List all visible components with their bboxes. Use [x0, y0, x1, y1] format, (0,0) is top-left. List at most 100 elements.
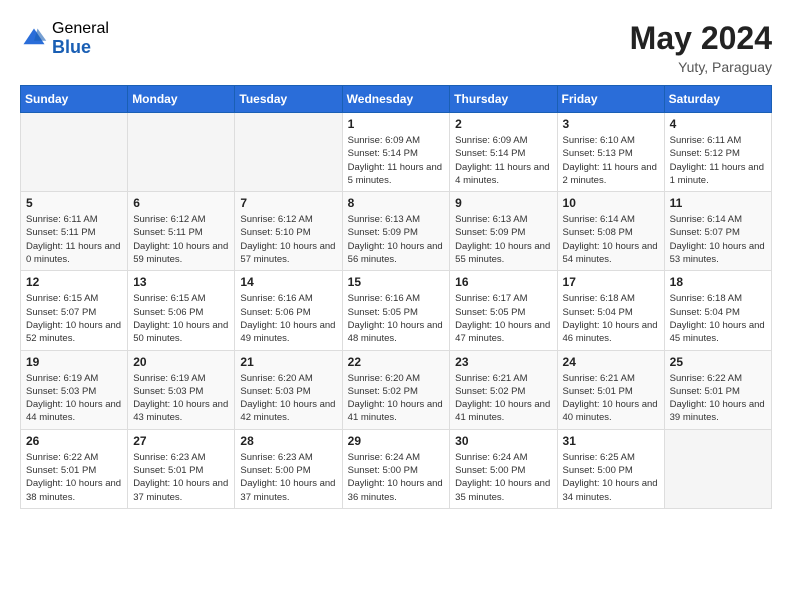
calendar-cell: [21, 113, 128, 192]
day-number: 18: [670, 275, 766, 289]
calendar-cell: 24 Sunrise: 6:21 AMSunset: 5:01 PMDayligh…: [557, 350, 664, 429]
day-info: Sunrise: 6:14 AMSunset: 5:08 PMDaylight:…: [563, 213, 659, 266]
day-number: 10: [563, 196, 659, 210]
calendar-week-5: 26 Sunrise: 6:22 AMSunset: 5:01 PMDayligh…: [21, 429, 772, 508]
logo-blue: Blue: [52, 38, 109, 58]
day-number: 13: [133, 275, 229, 289]
day-info: Sunrise: 6:15 AMSunset: 5:07 PMDaylight:…: [26, 292, 122, 345]
day-info: Sunrise: 6:13 AMSunset: 5:09 PMDaylight:…: [348, 213, 445, 266]
calendar-cell: 4Sunrise: 6:11 AMSunset: 5:12 PMDaylight…: [664, 113, 771, 192]
calendar-cell: 28 Sunrise: 6:23 AMSunset: 5:00 PMDayligh…: [235, 429, 342, 508]
day-info: Sunrise: 6:20 AMSunset: 5:03 PMDaylight:…: [240, 372, 336, 425]
calendar-cell: 2 Sunrise: 6:09 AMSunset: 5:14 PMDaylight…: [450, 113, 557, 192]
day-info: Sunrise: 6:16 AMSunset: 5:06 PMDaylight:…: [240, 292, 336, 345]
day-number: 27: [133, 434, 229, 448]
day-number: 31: [563, 434, 659, 448]
calendar-cell: 6Sunrise: 6:12 AMSunset: 5:11 PMDaylight…: [128, 192, 235, 271]
title-block: May 2024 Yuty, Paraguay: [630, 20, 772, 75]
weekday-header-row: SundayMondayTuesdayWednesdayThursdayFrid…: [21, 86, 772, 113]
calendar-cell: 3 Sunrise: 6:10 AMSunset: 5:13 PMDaylight…: [557, 113, 664, 192]
day-number: 16: [455, 275, 551, 289]
day-number: 20: [133, 355, 229, 369]
day-number: 21: [240, 355, 336, 369]
calendar-cell: 21 Sunrise: 6:20 AMSunset: 5:03 PMDayligh…: [235, 350, 342, 429]
logo: General Blue: [20, 20, 109, 57]
calendar-header: SundayMondayTuesdayWednesdayThursdayFrid…: [21, 86, 772, 113]
calendar-table: SundayMondayTuesdayWednesdayThursdayFrid…: [20, 85, 772, 509]
day-number: 19: [26, 355, 122, 369]
day-info: Sunrise: 6:25 AMSunset: 5:00 PMDaylight:…: [563, 451, 659, 504]
day-info: Sunrise: 6:23 AMSunset: 5:00 PMDaylight:…: [240, 451, 336, 504]
calendar-cell: 19 Sunrise: 6:19 AMSunset: 5:03 PMDayligh…: [21, 350, 128, 429]
calendar-cell: 27 Sunrise: 6:23 AMSunset: 5:01 PMDayligh…: [128, 429, 235, 508]
day-number: 3: [563, 117, 659, 131]
calendar-cell: [235, 113, 342, 192]
logo-icon: [20, 25, 48, 53]
weekday-header-sunday: Sunday: [21, 86, 128, 113]
calendar-cell: [664, 429, 771, 508]
day-number: 8: [348, 196, 445, 210]
day-number: 23: [455, 355, 551, 369]
calendar-cell: 30 Sunrise: 6:24 AMSunset: 5:00 PMDayligh…: [450, 429, 557, 508]
day-number: 1: [348, 117, 445, 131]
weekday-header-friday: Friday: [557, 86, 664, 113]
day-number: 6: [133, 196, 229, 210]
calendar-cell: 14 Sunrise: 6:16 AMSunset: 5:06 PMDayligh…: [235, 271, 342, 350]
day-info: Sunrise: 6:15 AMSunset: 5:06 PMDaylight:…: [133, 292, 229, 345]
calendar-cell: 1Sunrise: 6:09 AMSunset: 5:14 PMDaylight…: [342, 113, 450, 192]
day-info: Sunrise: 6:10 AMSunset: 5:13 PMDaylight:…: [563, 134, 659, 187]
day-info: Sunrise: 6:23 AMSunset: 5:01 PMDaylight:…: [133, 451, 229, 504]
day-info: Sunrise: 6:18 AMSunset: 5:04 PMDaylight:…: [670, 292, 766, 345]
calendar-cell: 11Sunrise: 6:14 AMSunset: 5:07 PMDayligh…: [664, 192, 771, 271]
day-number: 12: [26, 275, 122, 289]
day-info: Sunrise: 6:19 AMSunset: 5:03 PMDaylight:…: [26, 372, 122, 425]
day-number: 28: [240, 434, 336, 448]
day-info: Sunrise: 6:22 AMSunset: 5:01 PMDaylight:…: [670, 372, 766, 425]
day-info: Sunrise: 6:14 AMSunset: 5:07 PMDaylight:…: [670, 213, 766, 266]
day-number: 14: [240, 275, 336, 289]
day-number: 9: [455, 196, 551, 210]
day-info: Sunrise: 6:18 AMSunset: 5:04 PMDaylight:…: [563, 292, 659, 345]
calendar-body: 1 Sunrise: 6:09 AMSunset: 5:14 PMDaylight…: [21, 113, 772, 509]
page-header: General Blue May 2024 Yuty, Paraguay: [20, 20, 772, 75]
weekday-header-tuesday: Tuesday: [235, 86, 342, 113]
calendar-week-3: 12 Sunrise: 6:15 AMSunset: 5:07 PMDayligh…: [21, 271, 772, 350]
calendar-week-4: 19 Sunrise: 6:19 AMSunset: 5:03 PMDayligh…: [21, 350, 772, 429]
day-number: 15: [348, 275, 445, 289]
calendar-cell: 18 Sunrise: 6:18 AMSunset: 5:04 PMDayligh…: [664, 271, 771, 350]
calendar-cell: 8 Sunrise: 6:13 AMSunset: 5:09 PMDaylight…: [342, 192, 450, 271]
calendar-cell: 16 Sunrise: 6:17 AMSunset: 5:05 PMDayligh…: [450, 271, 557, 350]
day-number: 25: [670, 355, 766, 369]
day-info: Sunrise: 6:24 AMSunset: 5:00 PMDaylight:…: [348, 451, 445, 504]
day-info: Sunrise: 6:22 AMSunset: 5:01 PMDaylight:…: [26, 451, 122, 504]
day-number: 24: [563, 355, 659, 369]
calendar-cell: 29 Sunrise: 6:24 AMSunset: 5:00 PMDayligh…: [342, 429, 450, 508]
day-number: 22: [348, 355, 445, 369]
day-info: Sunrise: 6:17 AMSunset: 5:05 PMDaylight:…: [455, 292, 551, 345]
day-number: 29: [348, 434, 445, 448]
day-number: 7: [240, 196, 336, 210]
calendar-cell: 10 Sunrise: 6:14 AMSunset: 5:08 PMDayligh…: [557, 192, 664, 271]
calendar-cell: 12 Sunrise: 6:15 AMSunset: 5:07 PMDayligh…: [21, 271, 128, 350]
day-info: Sunrise: 6:11 AMSunset: 5:11 PMDaylight:…: [26, 213, 122, 266]
day-number: 30: [455, 434, 551, 448]
calendar-cell: 23Sunrise: 6:21 AMSunset: 5:02 PMDayligh…: [450, 350, 557, 429]
day-number: 26: [26, 434, 122, 448]
calendar-week-1: 1 Sunrise: 6:09 AMSunset: 5:14 PMDaylight…: [21, 113, 772, 192]
month-year: May 2024: [630, 20, 772, 57]
day-info: Sunrise: 6:09 AMSunset: 5:14 PMDaylight:…: [455, 134, 551, 187]
day-info: Sunrise: 6:24 AMSunset: 5:00 PMDaylight:…: [455, 451, 551, 504]
day-info: Sunrise: 6:11 AMSunset: 5:12 PMDaylight:…: [670, 134, 766, 187]
calendar-cell: 26 Sunrise: 6:22 AMSunset: 5:01 PMDayligh…: [21, 429, 128, 508]
calendar-cell: 17Sunrise: 6:18 AMSunset: 5:04 PMDayligh…: [557, 271, 664, 350]
calendar-week-2: 5Sunrise: 6:11 AMSunset: 5:11 PMDaylight…: [21, 192, 772, 271]
day-number: 2: [455, 117, 551, 131]
calendar-cell: 13 Sunrise: 6:15 AMSunset: 5:06 PMDayligh…: [128, 271, 235, 350]
weekday-header-thursday: Thursday: [450, 86, 557, 113]
day-info: Sunrise: 6:20 AMSunset: 5:02 PMDaylight:…: [348, 372, 445, 425]
day-info: Sunrise: 6:21 AMSunset: 5:01 PMDaylight:…: [563, 372, 659, 425]
day-info: Sunrise: 6:13 AMSunset: 5:09 PMDaylight:…: [455, 213, 551, 266]
location: Yuty, Paraguay: [630, 59, 772, 75]
day-info: Sunrise: 6:19 AMSunset: 5:03 PMDaylight:…: [133, 372, 229, 425]
calendar-cell: 20 Sunrise: 6:19 AMSunset: 5:03 PMDayligh…: [128, 350, 235, 429]
